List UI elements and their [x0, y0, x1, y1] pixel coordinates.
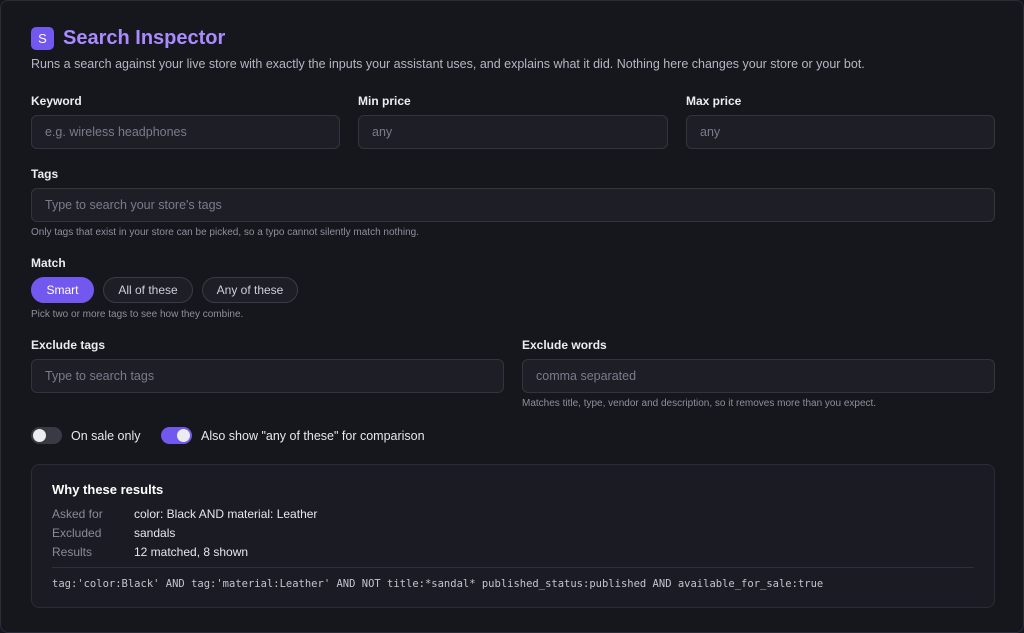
on-sale-toggle-row: On sale only: [31, 427, 140, 444]
search-inspector-panel: S Search Inspector Runs a search against…: [0, 0, 1024, 633]
keyword-label: Keyword: [31, 94, 82, 108]
min-price-input[interactable]: any: [358, 115, 668, 149]
on-sale-toggle[interactable]: [31, 427, 62, 444]
max-price-input[interactable]: any: [686, 115, 995, 149]
toggle-knob: [33, 429, 46, 442]
tags-help: Only tags that exist in your store can b…: [31, 227, 419, 238]
results-title: Why these results: [52, 482, 164, 497]
compare-toggle-row: Also show "any of these" for comparison: [161, 427, 425, 444]
exclude-tags-label: Exclude tags: [31, 338, 106, 352]
page-subtitle: Runs a search against your live store wi…: [31, 57, 865, 71]
match-label: Match: [31, 256, 66, 270]
header: S Search Inspector: [31, 27, 225, 50]
row-value: 12 matched, 8 shown: [134, 545, 249, 559]
exclude-words-label: Exclude words: [522, 338, 607, 352]
tags-placeholder: Type to search your store's tags: [45, 198, 222, 212]
row-value: color: Black AND material: Leather: [134, 507, 318, 521]
toggle-knob: [177, 429, 190, 442]
tags-input[interactable]: Type to search your store's tags: [31, 188, 995, 222]
results-card: Why these results Asked for color: Black…: [31, 464, 995, 608]
row-value: sandals: [134, 526, 176, 540]
row-key: Asked for: [52, 507, 103, 521]
match-smart-button[interactable]: Smart: [31, 277, 94, 303]
min-price-placeholder: any: [372, 125, 393, 139]
min-price-label: Min price: [358, 94, 411, 108]
results-row: Excluded sandals: [52, 526, 175, 540]
on-sale-label: On sale only: [71, 428, 141, 443]
compare-any-label: Also show "any of these" for comparison: [201, 428, 425, 443]
tags-label: Tags: [31, 167, 59, 181]
exclude-words-placeholder: comma separated: [536, 369, 637, 383]
results-row: Results 12 matched, 8 shown: [52, 545, 248, 559]
exclude-words-input[interactable]: comma separated: [522, 359, 995, 393]
results-row: Asked for color: Black AND material: Lea…: [52, 507, 317, 521]
match-any-button[interactable]: Any of these: [202, 277, 298, 303]
row-key: Excluded: [52, 526, 102, 540]
exclude-tags-placeholder: Type to search tags: [45, 369, 155, 383]
query-string: tag:'color:Black' AND tag:'material:Leat…: [52, 578, 824, 590]
page-title: Search Inspector: [63, 27, 226, 49]
keyword-placeholder: e.g. wireless headphones: [45, 125, 187, 139]
exclude-words-help: Matches title, type, vendor and descript…: [522, 398, 877, 409]
match-all-button[interactable]: All of these: [103, 277, 193, 303]
app-logo: S: [31, 27, 54, 50]
row-key: Results: [52, 545, 93, 559]
compare-any-toggle[interactable]: [161, 427, 192, 444]
exclude-tags-input[interactable]: Type to search tags: [31, 359, 504, 393]
max-price-placeholder: any: [700, 125, 721, 139]
divider: [52, 567, 974, 568]
keyword-input[interactable]: e.g. wireless headphones: [31, 115, 340, 149]
max-price-label: Max price: [686, 94, 742, 108]
match-help: Pick two or more tags to see how they co…: [31, 309, 244, 320]
